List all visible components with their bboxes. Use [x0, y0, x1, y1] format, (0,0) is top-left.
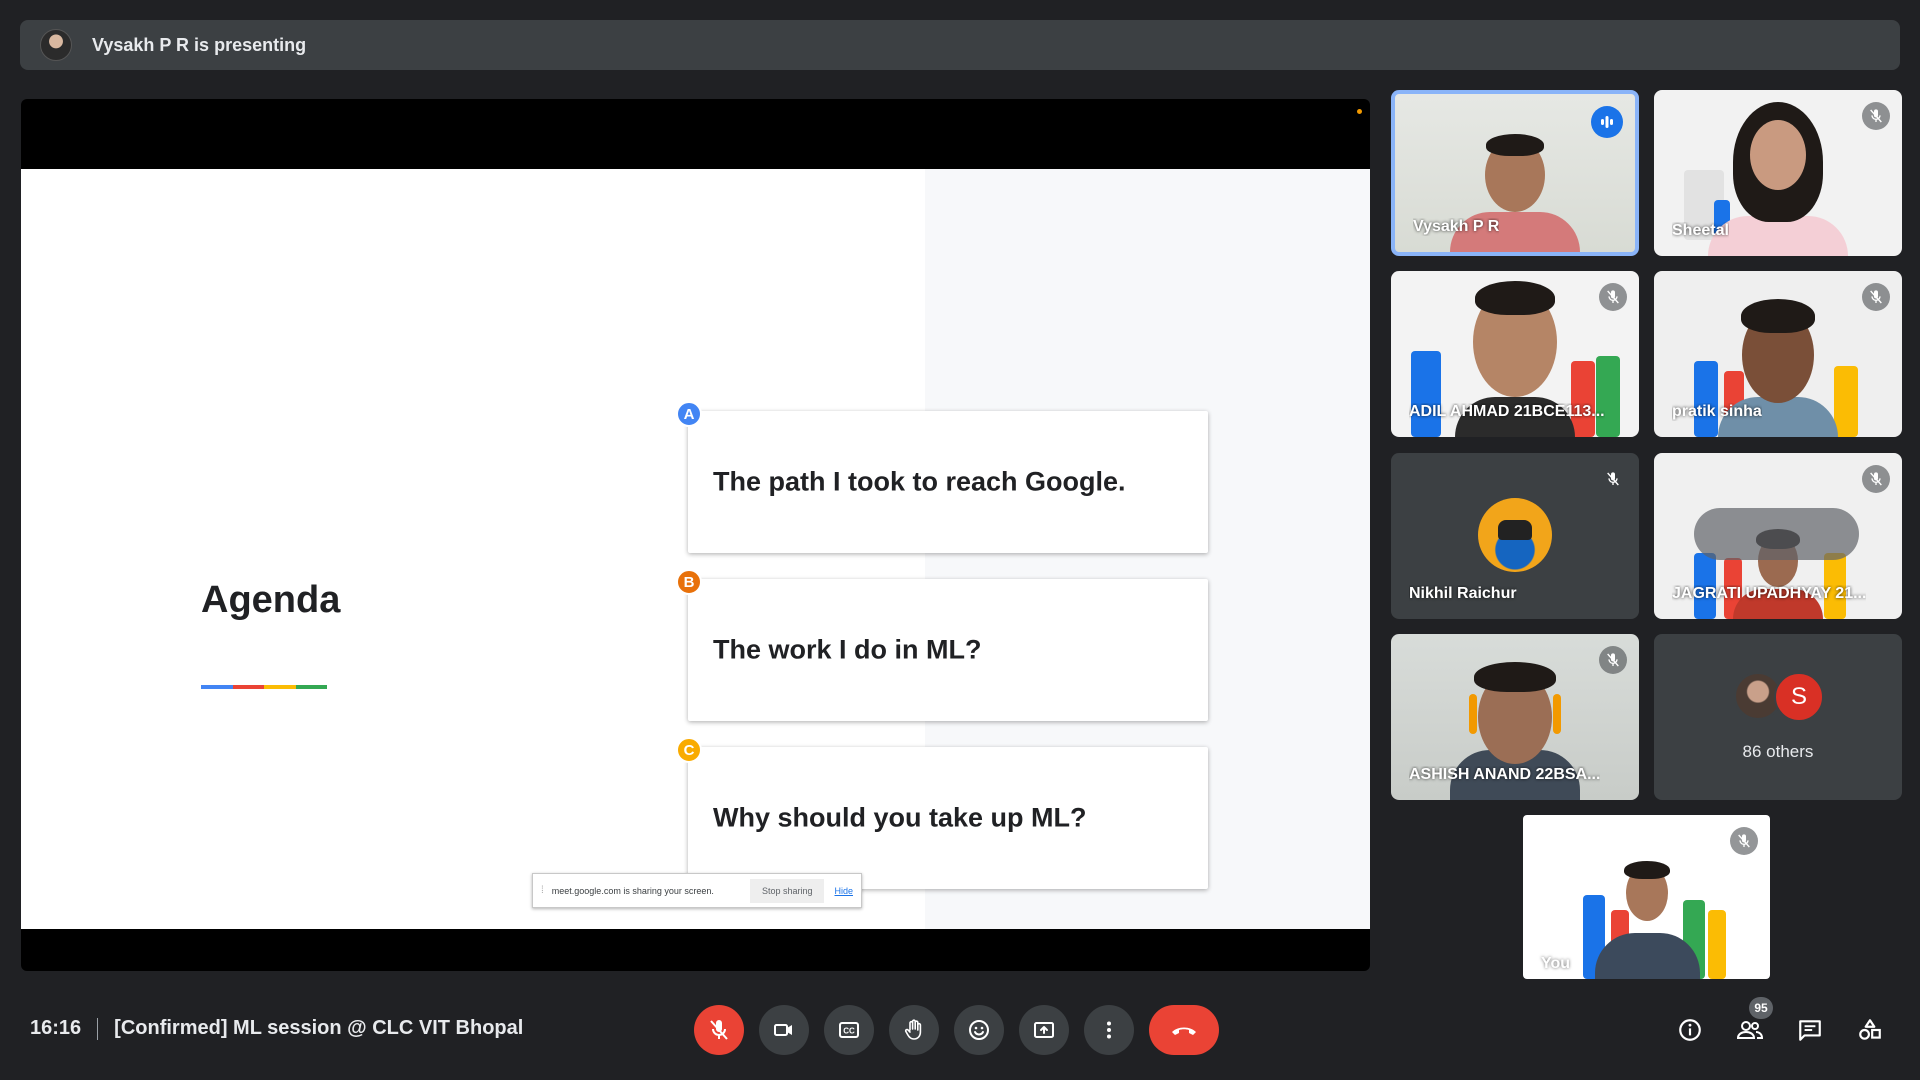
mic-toggle-button[interactable]	[694, 1005, 744, 1055]
agenda-badge-a: A	[676, 401, 702, 427]
mic-off-icon	[1730, 827, 1758, 855]
meeting-info: 16:16 [Confirmed] ML session @ CLC VIT B…	[30, 1017, 523, 1040]
mic-off-icon	[710, 1020, 728, 1040]
others-count: 86 others	[1742, 742, 1814, 761]
headphones	[1469, 694, 1477, 734]
closed-captions-icon: CC	[839, 1022, 859, 1038]
avatar: S	[1774, 672, 1824, 722]
leave-call-button[interactable]	[1149, 1005, 1219, 1055]
participant-tile[interactable]: JAGRATI UPADHYAY 21...	[1654, 453, 1902, 619]
agenda-card-b: The work I do in ML?	[688, 579, 1208, 721]
presenter-avatar	[40, 29, 72, 61]
others-tile[interactable]: S 86 others	[1654, 634, 1902, 800]
participant-tile[interactable]: ADIL AHMAD 21BCE113...	[1391, 271, 1639, 437]
reactions-button[interactable]	[954, 1005, 1004, 1055]
mic-off-icon	[1599, 465, 1627, 493]
participant-avatar	[1478, 498, 1552, 572]
hang-up-icon	[1172, 1027, 1196, 1035]
emoji-icon	[969, 1020, 989, 1040]
agenda-badge-c: C	[676, 737, 702, 763]
mic-off-icon	[1862, 102, 1890, 130]
presenting-banner: Vysakh P R is presenting	[20, 20, 1900, 70]
chat-icon	[1799, 1020, 1821, 1041]
people-count-badge: 95	[1749, 997, 1773, 1019]
video-camera-icon	[774, 1024, 792, 1036]
svg-text:CC: CC	[843, 1027, 855, 1036]
screen-share-notice: ⁞ meet.google.com is sharing your screen…	[532, 873, 862, 908]
participant-name: Vysakh P R	[1413, 218, 1500, 235]
participant-name: ASHISH ANAND 22BSA...	[1409, 766, 1601, 783]
call-controls: CC	[694, 1005, 1219, 1055]
chat-button[interactable]	[1785, 1005, 1835, 1055]
info-icon	[1679, 1019, 1701, 1041]
agenda-item-text: The path I took to reach Google.	[713, 466, 1126, 497]
present-now-button[interactable]	[1019, 1005, 1069, 1055]
shapes-icon	[1859, 1019, 1881, 1040]
agenda-card-a: The path I took to reach Google.	[688, 411, 1208, 553]
drag-handle-icon[interactable]: ⁞	[541, 885, 544, 896]
meeting-title: [Confirmed] ML session @ CLC VIT Bhopal	[114, 1017, 524, 1039]
participant-tile[interactable]: Sheetal	[1654, 90, 1902, 256]
participant-tile[interactable]: pratik sinha	[1654, 271, 1902, 437]
agenda-badge-b: B	[676, 569, 702, 595]
participant-name: pratik sinha	[1672, 403, 1762, 420]
meeting-details-button[interactable]	[1665, 1005, 1715, 1055]
participant-name: Sheetal	[1672, 222, 1729, 239]
hide-link[interactable]: Hide	[834, 886, 853, 896]
tile-hover-controls	[1694, 508, 1859, 560]
participant-name: Nikhil Raichur	[1409, 585, 1517, 602]
more-options-button[interactable]	[1084, 1005, 1134, 1055]
speaking-indicator-icon	[1591, 106, 1623, 138]
participant-tile[interactable]: Nikhil Raichur	[1391, 453, 1639, 619]
side-panel-controls: 95	[1665, 997, 1905, 1055]
participant-tile[interactable]: Vysakh P R	[1391, 90, 1639, 256]
participant-name: JAGRATI UPADHYAY 21...	[1672, 585, 1867, 602]
self-name: You	[1541, 955, 1571, 972]
mic-off-icon	[1862, 465, 1890, 493]
shared-slide: Agenda A The path I took to reach Google…	[21, 169, 1370, 929]
activities-button[interactable]	[1845, 1005, 1895, 1055]
hand-icon	[904, 1019, 922, 1040]
captions-button[interactable]: CC	[824, 1005, 874, 1055]
agenda-card-c: Why should you take up ML?	[688, 747, 1208, 889]
presentation-stage: Agenda A The path I took to reach Google…	[21, 99, 1370, 971]
present-screen-icon	[1034, 1022, 1054, 1038]
slide-title: Agenda	[201, 579, 341, 621]
participant-name: ADIL AHMAD 21BCE113...	[1409, 403, 1605, 420]
agenda-item-text: Why should you take up ML?	[713, 802, 1087, 833]
agenda-item-text: The work I do in ML?	[713, 634, 982, 665]
self-view-tile[interactable]: You	[1523, 815, 1770, 979]
presenting-text: Vysakh P R is presenting	[92, 34, 307, 55]
camera-toggle-button[interactable]	[759, 1005, 809, 1055]
raise-hand-button[interactable]	[889, 1005, 939, 1055]
clock: 16:16	[30, 1017, 82, 1039]
share-message: meet.google.com is sharing your screen.	[551, 885, 714, 896]
mic-off-icon	[1862, 283, 1890, 311]
slide-title-underline	[201, 685, 327, 689]
mic-off-icon	[1599, 646, 1627, 674]
indicator-dot	[1357, 109, 1362, 114]
more-vert-icon	[1107, 1021, 1111, 1039]
stop-sharing-button[interactable]: Stop sharing	[749, 878, 825, 903]
people-button[interactable]: 95	[1725, 997, 1775, 1055]
people-icon	[1736, 1021, 1764, 1039]
divider	[97, 1017, 99, 1040]
mic-off-icon	[1599, 283, 1627, 311]
participant-tile[interactable]: ASHISH ANAND 22BSA...	[1391, 634, 1639, 800]
